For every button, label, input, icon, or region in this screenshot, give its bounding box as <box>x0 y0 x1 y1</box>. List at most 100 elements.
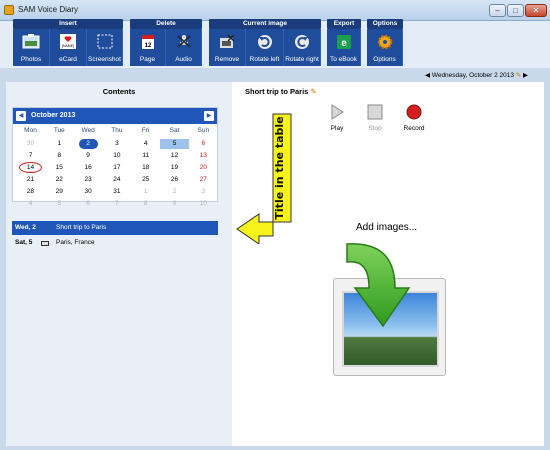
calendar-day[interactable]: 4 <box>131 139 160 149</box>
calendar-day[interactable]: 31 <box>102 187 131 197</box>
to-ebook-button[interactable]: e To eBook <box>327 29 361 66</box>
entry-row[interactable]: Sat, 5 Paris, France <box>12 237 218 249</box>
to-ebook-label: To eBook <box>329 56 358 63</box>
calendar-day[interactable]: 9 <box>74 151 103 161</box>
calendar-day[interactable]: 15 <box>45 163 74 173</box>
calendar-day[interactable]: 3 <box>102 139 131 149</box>
page-title[interactable]: Short trip to Paris ✎ <box>245 87 317 96</box>
calendar-day[interactable]: 10 <box>102 151 131 161</box>
options-label: Options <box>373 56 396 63</box>
calendar-day[interactable]: 29 <box>45 187 74 197</box>
calendar-day[interactable]: 25 <box>131 175 160 185</box>
edit-title-icon[interactable]: ✎ <box>310 87 316 96</box>
calendar-day[interactable]: 30 <box>74 187 103 197</box>
calendar-day[interactable]: 23 <box>74 175 103 185</box>
entry-title: Short trip to Paris <box>56 224 107 231</box>
screenshot-button[interactable]: Screenshot <box>87 29 123 66</box>
callout-arrow: Title in the table <box>236 113 292 244</box>
prev-date-button[interactable]: ◀ <box>425 72 430 79</box>
calendar-day[interactable]: 10 <box>189 199 218 209</box>
delete-audio-icon <box>176 35 191 48</box>
calendar-day[interactable]: 17 <box>102 163 131 173</box>
rotate-left-button[interactable]: Rotate left <box>246 29 284 66</box>
window-title: SAM Voice Diary <box>18 5 79 14</box>
calendar-day[interactable]: 11 <box>131 151 160 161</box>
photos-icon <box>22 34 40 49</box>
calendar-day[interactable]: 3 <box>189 187 218 197</box>
calendar-day[interactable]: 1 <box>45 139 74 149</box>
calendar-day[interactable]: 18 <box>131 163 160 173</box>
minimize-button[interactable]: – <box>489 4 506 17</box>
calendar-day[interactable]: 26 <box>160 175 189 185</box>
calendar-day[interactable]: 8 <box>131 199 160 209</box>
calendar-day[interactable]: 4 <box>16 199 45 209</box>
toolbar-group-export: Export e To eBook <box>327 19 361 66</box>
calendar-day[interactable]: 7 <box>102 199 131 209</box>
play-button[interactable]: Play <box>317 104 357 132</box>
calendar-day[interactable]: 5 <box>45 199 74 209</box>
group-title-current-image: Current image <box>209 19 321 29</box>
photos-label: Photos <box>20 56 42 63</box>
record-label: Record <box>403 125 425 132</box>
next-date-button[interactable]: ▶ <box>523 72 528 79</box>
maximize-button[interactable]: □ <box>507 4 524 17</box>
weekday-label: Sat <box>169 127 180 134</box>
ecard-icon: [NAME] <box>60 34 76 49</box>
calendar-day[interactable]: 6 <box>74 199 103 209</box>
calendar-day[interactable]: 24 <box>102 175 131 185</box>
calendar-day[interactable]: 16 <box>74 163 103 173</box>
calendar-day[interactable]: 2 <box>78 139 98 149</box>
ecard-button[interactable]: [NAME] eCard <box>50 29 87 66</box>
add-images-label[interactable]: Add images... <box>356 222 417 233</box>
photos-button[interactable]: Photos <box>13 29 50 66</box>
calendar-header: ◀ October 2013 ▶ <box>13 108 217 124</box>
stop-button[interactable]: Stop <box>355 104 395 132</box>
toolbar-group-delete: Delete 12 Page Audio <box>130 19 202 66</box>
weekday-label: Sun <box>197 127 210 134</box>
calendar-day[interactable]: 8 <box>45 151 74 161</box>
weekday-label: Wed <box>81 127 95 134</box>
calendar-day[interactable]: 5 <box>160 139 189 149</box>
edit-date-icon[interactable]: ✎ <box>516 72 521 79</box>
toolbar-group-insert: Insert Photos [NAME] eCard Screenshot <box>13 19 123 66</box>
rotate-right-button[interactable]: Rotate right <box>284 29 321 66</box>
contents-heading: Contents <box>102 87 136 96</box>
calendar-day[interactable]: 1 <box>131 187 160 197</box>
next-month-button[interactable]: ▶ <box>204 111 214 121</box>
calendar-day[interactable]: 2 <box>160 187 189 197</box>
stop-icon <box>367 104 383 120</box>
calendar-day[interactable]: 9 <box>160 199 189 209</box>
remove-image-button[interactable]: Remove <box>209 29 246 66</box>
down-arrow-icon <box>346 243 411 328</box>
delete-page-button[interactable]: 12 Page <box>130 29 166 66</box>
calendar-day[interactable]: 13 <box>189 151 218 161</box>
calendar-day[interactable]: 19 <box>160 163 189 173</box>
ebook-icon: e <box>336 35 351 49</box>
calendar-day[interactable]: 22 <box>45 175 74 185</box>
callout-text: Title in the table <box>273 116 286 219</box>
calendar-day[interactable]: 28 <box>16 187 45 197</box>
entry-row[interactable]: Wed, 2 Short trip to Paris <box>12 221 218 235</box>
play-icon <box>331 104 344 120</box>
calendar-day[interactable]: 14 <box>19 162 42 173</box>
record-icon <box>406 104 422 120</box>
group-title-insert: Insert <box>13 19 123 29</box>
calendar-day[interactable]: 12 <box>160 151 189 161</box>
calendar-day[interactable]: 21 <box>16 175 45 185</box>
entry-title: Paris, France <box>56 239 95 246</box>
prev-month-button[interactable]: ◀ <box>16 111 26 121</box>
options-button[interactable]: Options <box>367 29 403 66</box>
calendar-day[interactable]: 6 <box>189 139 218 149</box>
weekday-label: Thu <box>111 127 123 134</box>
ecard-icon-text: [NAME] <box>62 44 74 48</box>
delete-audio-button[interactable]: Audio <box>166 29 202 66</box>
photo-entry-icon <box>41 241 49 246</box>
close-button[interactable]: ✕ <box>525 4 547 17</box>
calendar-day[interactable]: 30 <box>16 139 45 149</box>
record-button[interactable]: Record <box>394 104 434 132</box>
calendar-day[interactable]: 20 <box>189 163 218 173</box>
delete-page-label: Page <box>139 56 156 63</box>
weekday-label: Mon <box>24 127 37 134</box>
calendar-day[interactable]: 7 <box>16 151 45 161</box>
calendar-day[interactable]: 27 <box>189 175 218 185</box>
